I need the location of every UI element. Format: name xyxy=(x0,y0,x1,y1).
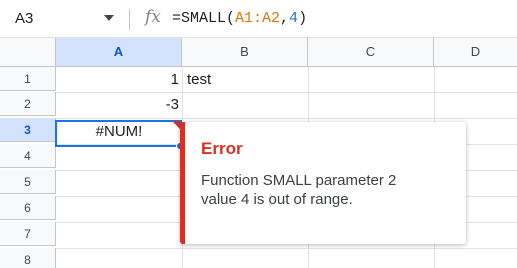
column-header-b[interactable]: B xyxy=(182,38,308,66)
grid-line xyxy=(56,248,517,249)
cell-a1[interactable]: 1 xyxy=(56,68,182,92)
row-header-2[interactable]: 2 xyxy=(0,92,56,116)
error-message: Function SMALL parameter 2 value 4 is ou… xyxy=(201,172,397,208)
error-title: Error xyxy=(201,139,243,158)
grid-line xyxy=(56,118,517,119)
error-indicator-icon[interactable] xyxy=(172,121,180,129)
formula-bar: A3 fx =SMALL(A1:A2,4) xyxy=(0,0,517,38)
fx-icon: fx xyxy=(145,7,161,27)
formula-range: A1:A2 xyxy=(235,10,281,27)
formula-suffix: ) xyxy=(298,10,308,27)
cell-a2[interactable]: -3 xyxy=(56,93,182,117)
chevron-down-icon[interactable] xyxy=(104,15,114,21)
error-popup: Error Function SMALL parameter 2 value 4… xyxy=(180,122,466,244)
row-header-4[interactable]: 4 xyxy=(0,144,56,168)
formula-input[interactable]: =SMALL(A1:A2,4) xyxy=(172,10,307,27)
cell-b1[interactable]: test xyxy=(182,68,308,92)
row-header-6[interactable]: 6 xyxy=(0,196,56,220)
row-header-5[interactable]: 5 xyxy=(0,170,56,194)
name-box-value: A3 xyxy=(15,10,34,27)
row-header-7[interactable]: 7 xyxy=(0,222,56,246)
active-cell-border xyxy=(55,120,182,147)
column-header-row: A B C D xyxy=(0,38,517,67)
row-header-1[interactable]: 1 xyxy=(0,67,56,91)
row-header-8[interactable]: 8 xyxy=(0,248,56,268)
row-header-3[interactable]: 3 xyxy=(0,118,56,142)
formula-argument: 4 xyxy=(289,10,299,27)
formula-prefix: =SMALL( xyxy=(172,10,236,27)
column-header-a[interactable]: A xyxy=(56,38,182,66)
formula-separator: , xyxy=(280,10,290,27)
select-all-corner[interactable] xyxy=(0,38,56,66)
column-header-c[interactable]: C xyxy=(308,38,434,66)
divider xyxy=(129,9,130,30)
column-header-d[interactable]: D xyxy=(434,38,517,66)
name-box[interactable]: A3 xyxy=(0,0,128,38)
